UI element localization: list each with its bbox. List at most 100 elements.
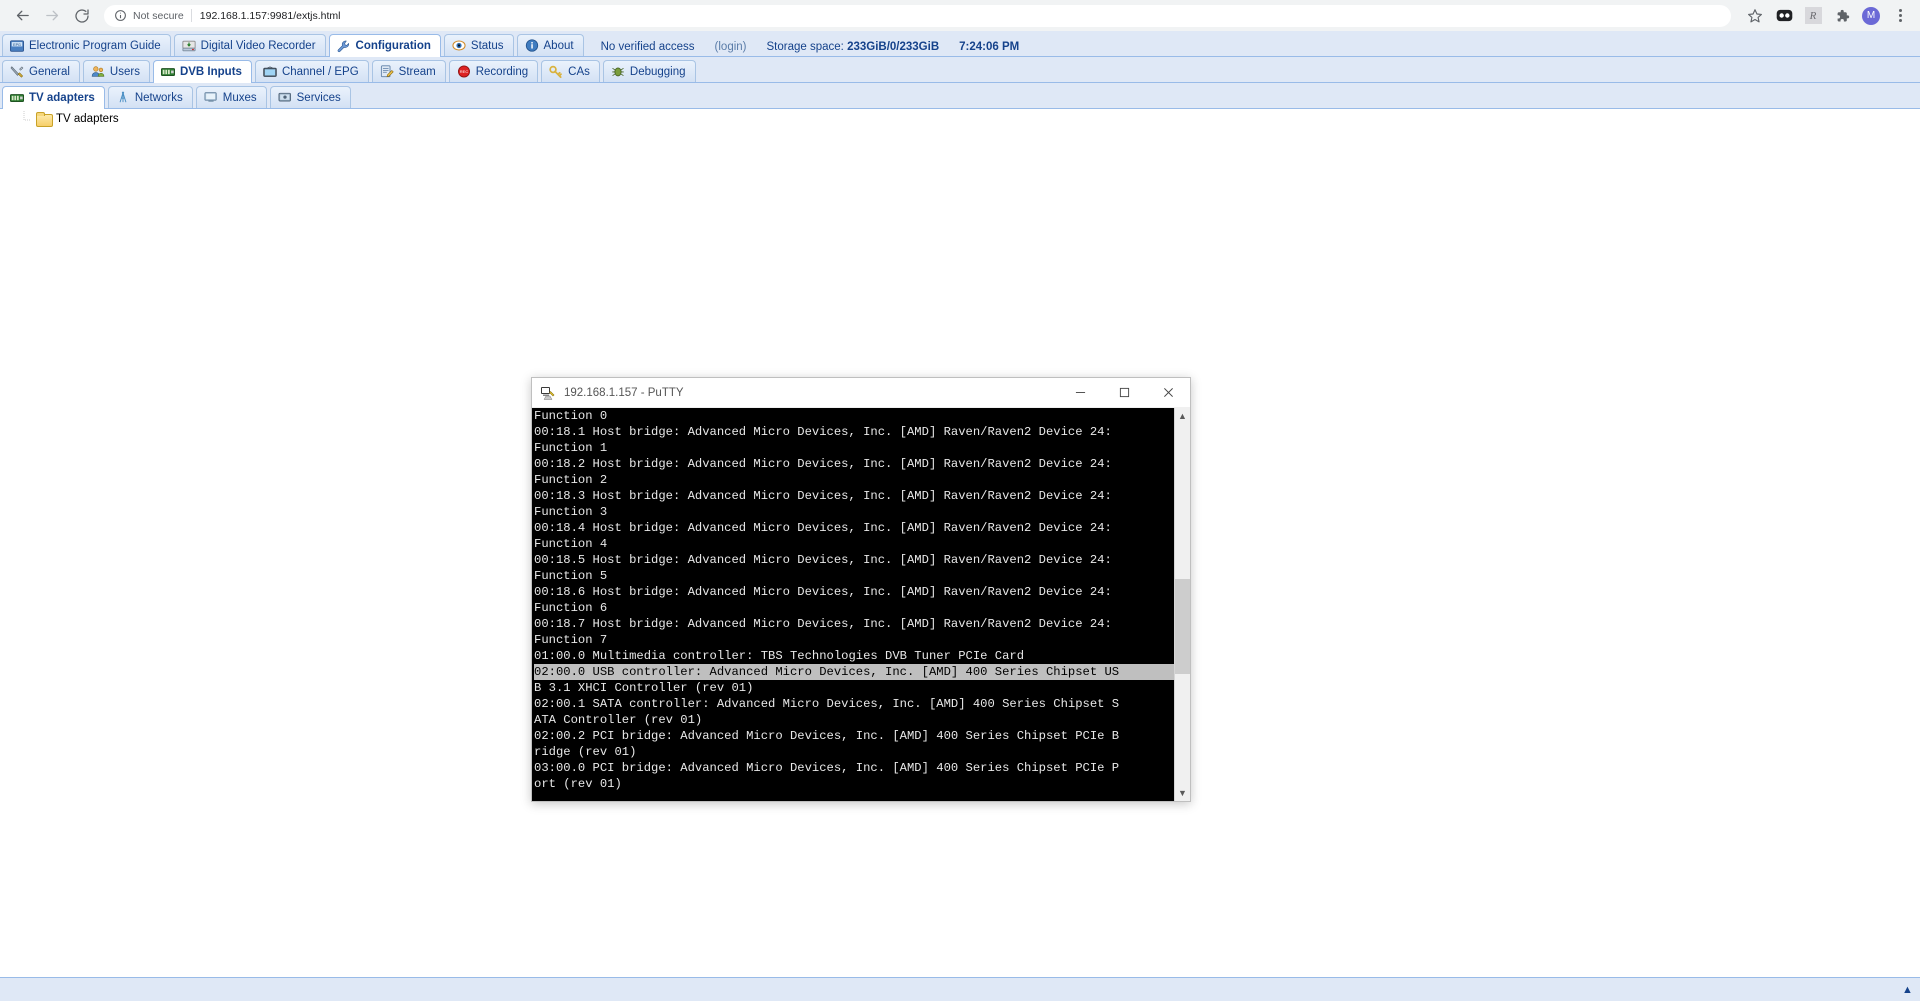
- dvb-inputs-tab-strip: TV adapters Networks Muxes Services: [0, 83, 1920, 109]
- terminal-line: 00:18.1 Host bridge: Advanced Micro Devi…: [534, 424, 1174, 440]
- scroll-down-arrow-icon[interactable]: ▼: [1175, 785, 1191, 801]
- monitor-icon: [204, 91, 218, 105]
- terminal-line: 00:18.3 Host bridge: Advanced Micro Devi…: [534, 488, 1174, 504]
- terminal-line: 00:18.6 Host bridge: Advanced Micro Devi…: [534, 584, 1174, 600]
- terminal-line: ort (rev 01): [534, 776, 1174, 792]
- tab-configuration[interactable]: Configuration: [329, 34, 441, 57]
- tree-elbow-icon: [16, 111, 32, 127]
- maximize-button[interactable]: [1102, 378, 1146, 407]
- tab-label: Status: [471, 40, 504, 52]
- tab-channel-epg[interactable]: Channel / EPG: [255, 60, 369, 82]
- terminal-output[interactable]: Function 000:18.1 Host bridge: Advanced …: [532, 408, 1174, 801]
- rec-icon: REC: [457, 65, 471, 79]
- scroll-up-arrow-icon[interactable]: ▲: [1175, 408, 1191, 424]
- putty-title-bar[interactable]: 192.168.1.157 - PuTTY: [532, 378, 1190, 408]
- folder-icon: [36, 112, 52, 126]
- storage-space-label: Storage space:: [767, 41, 844, 53]
- profile-avatar[interactable]: M: [1859, 4, 1883, 28]
- extension-r-icon[interactable]: R: [1801, 4, 1825, 28]
- omnibox[interactable]: Not secure 192.168.1.157:9981/extjs.html: [104, 5, 1731, 27]
- minimize-button[interactable]: [1058, 378, 1102, 407]
- login-link[interactable]: (login): [715, 41, 747, 53]
- tab-users[interactable]: Users: [83, 60, 150, 82]
- close-button[interactable]: [1146, 378, 1190, 407]
- back-button[interactable]: [8, 2, 36, 30]
- storage-space-value: 233GiB/0/233GiB: [847, 41, 939, 53]
- terminal-line: 00:18.2 Host bridge: Advanced Micro Devi…: [534, 456, 1174, 472]
- svg-text:REC: REC: [460, 69, 469, 74]
- tab-label: Electronic Program Guide: [29, 40, 161, 52]
- scrollbar-track[interactable]: [1175, 424, 1190, 785]
- resize-grip-icon[interactable]: ▲: [1901, 983, 1914, 996]
- toolbar-actions: R M: [1739, 4, 1912, 28]
- tab-label: General: [29, 66, 70, 78]
- terminal-line: Function 3: [534, 504, 1174, 520]
- tab-status[interactable]: Status: [444, 34, 514, 56]
- tree-node-label: TV adapters: [56, 113, 119, 125]
- clock-label: 7:24:06 PM: [959, 41, 1019, 53]
- tab-services[interactable]: Services: [270, 86, 351, 108]
- tab-debugging[interactable]: Debugging: [603, 60, 696, 82]
- tab-label: TV adapters: [29, 92, 95, 104]
- terminal-line: 00:18.5 Host bridge: Advanced Micro Devi…: [534, 552, 1174, 568]
- extensions-puzzle-icon[interactable]: [1830, 4, 1854, 28]
- putty-window[interactable]: 192.168.1.157 - PuTTY Function 000:18.1 …: [531, 377, 1191, 802]
- tab-about[interactable]: About: [517, 34, 584, 56]
- chrome-menu-icon[interactable]: [1888, 4, 1912, 28]
- omnibox-divider: [191, 9, 192, 22]
- tv-adapters-panel: TV adapters 192.168.1.157 - PuTTY: [0, 109, 1920, 1001]
- tools-icon: [10, 65, 24, 79]
- tab-label: Configuration: [356, 40, 431, 52]
- reload-button[interactable]: [68, 2, 96, 30]
- avatar-initial: M: [1862, 7, 1880, 25]
- security-status-label: Not secure: [133, 10, 191, 22]
- tab-networks[interactable]: Networks: [108, 86, 193, 108]
- tab-label: Services: [297, 92, 341, 104]
- stream-icon: [380, 65, 394, 79]
- terminal-line: 00:18.7 Host bridge: Advanced Micro Devi…: [534, 616, 1174, 632]
- browser-toolbar: Not secure 192.168.1.157:9981/extjs.html…: [0, 0, 1920, 31]
- putty-app-icon: [540, 385, 556, 401]
- tab-recording[interactable]: REC Recording: [449, 60, 538, 82]
- info-circle-icon: [114, 9, 127, 22]
- terminal-line: Function 1: [534, 440, 1174, 456]
- bug-icon: [611, 65, 625, 79]
- putty-terminal-body[interactable]: Function 000:18.1 Host bridge: Advanced …: [532, 408, 1190, 801]
- main-tab-strip: EPG Electronic Program Guide Digital Vid…: [0, 31, 1920, 57]
- svg-text:EPG: EPG: [13, 42, 21, 46]
- services-icon: [278, 91, 292, 105]
- wrench-icon: [337, 39, 351, 53]
- terminal-line: Function 6: [534, 600, 1174, 616]
- tab-stream[interactable]: Stream: [372, 60, 446, 82]
- url-text[interactable]: 192.168.1.157:9981/extjs.html: [200, 10, 1721, 22]
- epg-icon: EPG: [10, 39, 24, 53]
- scrollbar-thumb[interactable]: [1175, 579, 1190, 674]
- storage-space: Storage space: 233GiB/0/233GiB: [767, 41, 940, 53]
- tab-cas[interactable]: CAs: [541, 60, 600, 82]
- configuration-tab-strip: General Users DVB Inputs Channel / EPG S…: [0, 57, 1920, 83]
- tab-label: Users: [110, 66, 140, 78]
- terminal-line: Function 0: [534, 408, 1174, 424]
- key-icon: [549, 65, 563, 79]
- terminal-line: 03:00.0 PCI bridge: Advanced Micro Devic…: [534, 760, 1174, 776]
- putty-window-title: 192.168.1.157 - PuTTY: [564, 387, 1058, 399]
- tab-label: Stream: [399, 66, 436, 78]
- tab-label: Channel / EPG: [282, 66, 359, 78]
- forward-button[interactable]: [38, 2, 66, 30]
- bookmark-star-icon[interactable]: [1743, 4, 1767, 28]
- terminal-line: B 3.1 XHCI Controller (rev 01): [534, 680, 1174, 696]
- tab-muxes[interactable]: Muxes: [196, 86, 267, 108]
- extension-dark-icon[interactable]: [1772, 4, 1796, 28]
- tab-tv-adapters[interactable]: TV adapters: [2, 86, 105, 109]
- terminal-line: Function 5: [534, 568, 1174, 584]
- tab-general[interactable]: General: [2, 60, 80, 82]
- terminal-scrollbar[interactable]: ▲ ▼: [1174, 408, 1190, 801]
- tree-node-tv-adapters[interactable]: TV adapters: [0, 109, 1920, 128]
- tab-electronic-program-guide[interactable]: EPG Electronic Program Guide: [2, 34, 171, 56]
- tab-dvb-inputs[interactable]: DVB Inputs: [153, 60, 252, 83]
- tab-label: Muxes: [223, 92, 257, 104]
- tab-digital-video-recorder[interactable]: Digital Video Recorder: [174, 34, 326, 56]
- status-area: No verified access (login) Storage space…: [587, 41, 1020, 56]
- users-icon: [91, 65, 105, 79]
- terminal-line: Function 4: [534, 536, 1174, 552]
